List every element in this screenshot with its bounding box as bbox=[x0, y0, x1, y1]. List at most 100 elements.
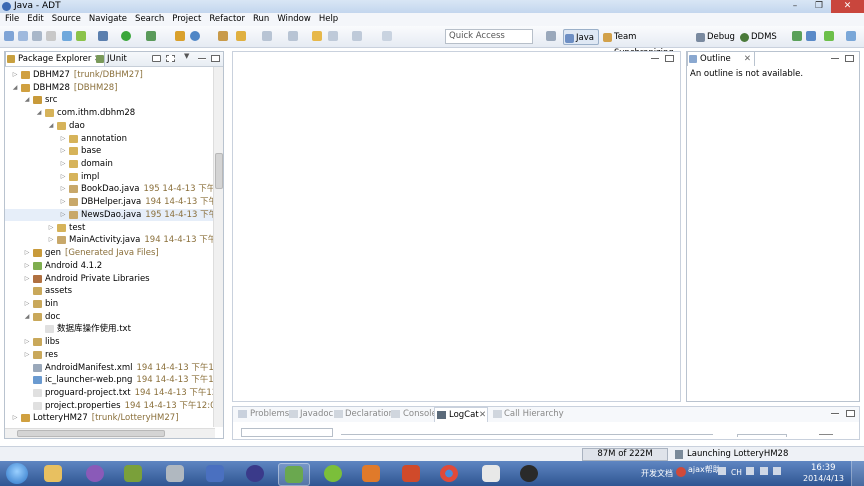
clock-date[interactable]: 2014/4/13 bbox=[803, 474, 844, 483]
tree-row[interactable]: ◢ dao bbox=[5, 120, 213, 132]
expand-arrow-icon[interactable]: ▷ bbox=[24, 260, 30, 272]
outline-maximize-icon[interactable] bbox=[845, 55, 854, 62]
tree-row[interactable]: ◢ DBHM28 [DBHM28] bbox=[5, 82, 213, 94]
tray-icon-2[interactable] bbox=[746, 467, 754, 475]
pin-icon[interactable] bbox=[382, 31, 392, 41]
toolbar-extra-icon[interactable] bbox=[792, 31, 802, 41]
menu-refactor[interactable]: Refactor bbox=[205, 13, 249, 26]
toolbar-extra-icon-3[interactable] bbox=[824, 31, 834, 41]
editor-area[interactable] bbox=[232, 51, 681, 402]
menu-source[interactable]: Source bbox=[48, 13, 85, 26]
toolbar-extra-icon-4[interactable] bbox=[846, 31, 856, 41]
taskbar-java[interactable] bbox=[396, 463, 426, 484]
vertical-scroll-thumb[interactable] bbox=[215, 153, 223, 189]
tree-row[interactable]: ▷ NewsDao.java195 14-4-13 下午2:5 bbox=[5, 208, 215, 221]
tab-logcat[interactable]: LogCat ✕ bbox=[434, 407, 488, 422]
expand-arrow-icon[interactable]: ▷ bbox=[24, 247, 30, 259]
expand-arrow-icon[interactable]: ▷ bbox=[12, 69, 18, 81]
menu-help[interactable]: Help bbox=[315, 13, 342, 26]
tree-row[interactable]: ▷ MainActivity.java194 14-4-13 下午12:0 bbox=[5, 234, 215, 246]
minimize-view-icon[interactable] bbox=[198, 58, 206, 60]
save-icon[interactable] bbox=[18, 31, 28, 41]
tree-row[interactable]: ▷ Android Private Libraries bbox=[5, 273, 213, 285]
outline-minimize-icon[interactable] bbox=[831, 58, 839, 60]
tree-row[interactable]: ▷ Android 4.1.2 bbox=[5, 260, 213, 272]
taskbar-app-3[interactable] bbox=[118, 463, 148, 484]
tree-row[interactable]: ▷ LotteryHM27 [trunk/LotteryHM27] bbox=[5, 412, 213, 424]
collapse-arrow-icon[interactable]: ◢ bbox=[12, 82, 18, 94]
tree-row[interactable]: ◢ com.ithm.dbhm28 bbox=[5, 107, 213, 119]
taskbar-app-4[interactable] bbox=[160, 463, 190, 484]
collapse-arrow-icon[interactable]: ◢ bbox=[36, 107, 42, 119]
editor-minimize-icon[interactable] bbox=[651, 58, 659, 60]
tab-javadoc[interactable]: Javadoc bbox=[300, 407, 333, 422]
toggle-mark-icon[interactable] bbox=[262, 31, 272, 41]
memory-indicator[interactable]: 87M of 222M bbox=[582, 448, 668, 461]
tree-row[interactable]: ▷ annotation bbox=[5, 133, 213, 145]
tree-row[interactable]: project.properties194 14-4-13 下午12:03 tc bbox=[5, 400, 215, 412]
tab-outline[interactable]: Outline ✕ bbox=[687, 51, 755, 66]
tree-row[interactable]: ▷ DBHM27 [trunk/DBHM27] bbox=[5, 69, 213, 81]
maximize-view-icon[interactable] bbox=[211, 55, 220, 62]
save-all-icon[interactable] bbox=[32, 31, 42, 41]
minimize-button[interactable]: – bbox=[783, 0, 807, 13]
tree-row[interactable]: ▷ libs bbox=[5, 336, 213, 348]
forward-icon[interactable] bbox=[352, 31, 362, 41]
expand-arrow-icon[interactable]: ▷ bbox=[60, 145, 66, 157]
tree-row[interactable]: ▷ gen [Generated Java Files] bbox=[5, 247, 213, 259]
close-outline-icon[interactable]: ✕ bbox=[744, 52, 751, 66]
perspective-ddms[interactable]: DDMS bbox=[739, 29, 779, 45]
tab-problems[interactable]: Problems bbox=[250, 407, 289, 422]
tree-row[interactable]: AndroidManifest.xml194 14-4-13 下午12:03 bbox=[5, 362, 215, 374]
avd-manager-icon[interactable] bbox=[76, 31, 86, 41]
next-annotation-icon[interactable] bbox=[288, 31, 298, 41]
expand-arrow-icon[interactable]: ▷ bbox=[24, 336, 30, 348]
taskbar-app-5[interactable] bbox=[200, 463, 230, 484]
logcat-filter-input[interactable] bbox=[241, 428, 333, 437]
close-button[interactable]: ✕ bbox=[831, 0, 864, 13]
tree-row[interactable]: ◢ doc bbox=[5, 311, 213, 323]
tree-row[interactable]: ▷ domain bbox=[5, 158, 213, 170]
close-logcat-icon[interactable]: ✕ bbox=[479, 408, 486, 422]
collapse-arrow-icon[interactable]: ◢ bbox=[24, 311, 30, 323]
view-menu-icon[interactable]: ▼ bbox=[184, 52, 189, 60]
menu-file[interactable]: File bbox=[0, 13, 23, 26]
tree-horizontal-scrollbar[interactable] bbox=[5, 428, 215, 438]
tree-row[interactable]: ▷ impl bbox=[5, 171, 213, 183]
expand-arrow-icon[interactable]: ▷ bbox=[48, 234, 54, 246]
expand-arrow-icon[interactable]: ▷ bbox=[48, 222, 54, 234]
tab-junit[interactable]: JUnit bbox=[95, 52, 147, 66]
open-perspective-icon[interactable] bbox=[546, 31, 556, 41]
android-sdk-icon[interactable] bbox=[62, 31, 72, 41]
taskbar-app-2[interactable] bbox=[80, 463, 110, 484]
taskbar-help[interactable] bbox=[476, 463, 506, 484]
collapse-arrow-icon[interactable]: ◢ bbox=[24, 94, 30, 106]
tab-declaration[interactable]: Declaration bbox=[345, 407, 394, 422]
link-editor-icon[interactable] bbox=[166, 55, 175, 62]
expand-arrow-icon[interactable]: ▷ bbox=[60, 133, 66, 145]
new-java-project-icon[interactable] bbox=[175, 31, 185, 41]
expand-arrow-icon[interactable]: ▷ bbox=[60, 209, 66, 221]
start-orb-icon[interactable] bbox=[6, 463, 28, 484]
menu-run[interactable]: Run bbox=[249, 13, 273, 26]
expand-arrow-icon[interactable]: ▷ bbox=[24, 298, 30, 310]
perspective-java[interactable]: Java bbox=[563, 29, 599, 45]
back-icon[interactable] bbox=[328, 31, 338, 41]
taskbar-explorer[interactable] bbox=[38, 463, 68, 484]
menu-search[interactable]: Search bbox=[131, 13, 168, 26]
run-external-icon[interactable] bbox=[146, 31, 156, 41]
quick-access-input[interactable]: Quick Access bbox=[445, 29, 533, 44]
tree-row[interactable]: ◢ src bbox=[5, 94, 213, 106]
bottom-maximize-icon[interactable] bbox=[846, 410, 855, 417]
editor-maximize-icon[interactable] bbox=[665, 55, 674, 62]
tree-row[interactable]: ▷ BookDao.java195 14-4-13 下午2:5 bbox=[5, 183, 215, 195]
horizontal-scroll-thumb[interactable] bbox=[17, 430, 165, 437]
perspective-debug[interactable]: Debug bbox=[695, 29, 735, 45]
tree-row[interactable]: ic_launcher-web.png194 14-4-13 下午12:03 bbox=[5, 374, 215, 386]
taskbar-chrome[interactable] bbox=[434, 463, 464, 484]
maximize-button[interactable]: ❐ bbox=[807, 0, 831, 13]
show-desktop-button[interactable] bbox=[851, 461, 864, 486]
print-icon[interactable] bbox=[46, 31, 56, 41]
tree-row[interactable]: ▷ res bbox=[5, 349, 213, 361]
clock-time[interactable]: 16:39 bbox=[811, 463, 836, 473]
